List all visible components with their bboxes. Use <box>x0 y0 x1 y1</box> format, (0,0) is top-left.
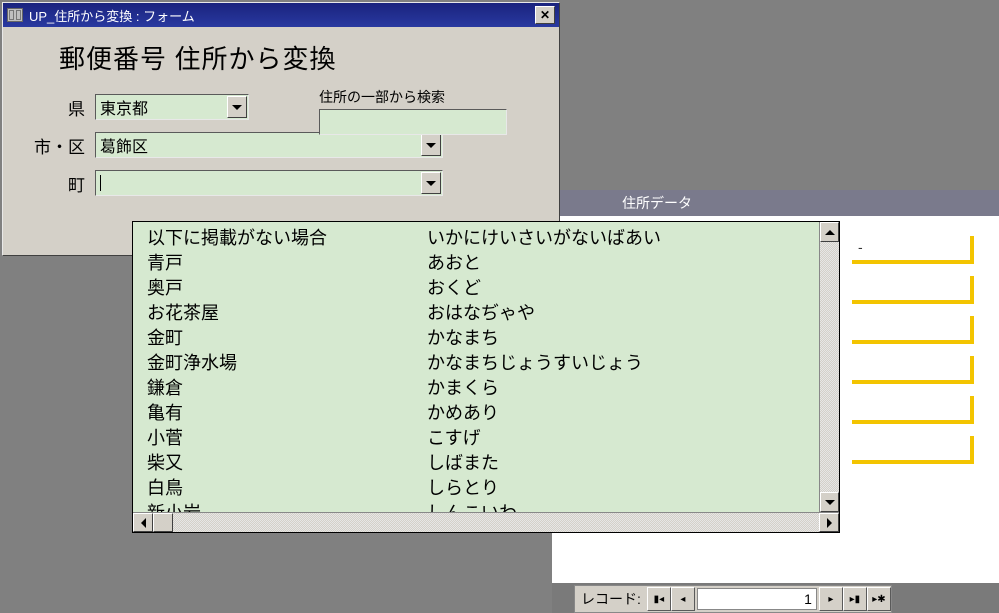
dropdown-item-kana[interactable]: かめあり <box>427 401 819 426</box>
data-field-1[interactable] <box>852 276 974 304</box>
city-value: 葛飾区 <box>100 133 148 157</box>
dropdown-item[interactable]: 奥戸 <box>147 276 413 301</box>
city-dropdown-button[interactable] <box>421 134 441 156</box>
dropdown-item[interactable]: 柴又 <box>147 451 413 476</box>
search-input[interactable] <box>319 109 507 135</box>
dropdown-item[interactable]: お花茶屋 <box>147 301 413 326</box>
dropdown-item-kana[interactable]: あおと <box>427 251 819 276</box>
dropdown-item-kana[interactable]: こすげ <box>427 426 819 451</box>
dropdown-item-kana[interactable]: かなまちじょうすいじょう <box>427 351 819 376</box>
town-combo[interactable] <box>95 170 443 196</box>
zip-field[interactable]: - <box>852 236 974 264</box>
dropdown-item-kana[interactable]: しらとり <box>427 476 819 501</box>
dropdown-item-kana[interactable]: かまくら <box>427 376 819 401</box>
scroll-left-button[interactable] <box>133 513 153 532</box>
horizontal-scrollbar[interactable] <box>133 512 839 532</box>
record-navigator: レコード: ▮◂ ◂ ▸ ▸▮ ▸✱ <box>574 585 892 613</box>
dropdown-item[interactable]: 以下に掲載がない場合 <box>147 226 413 251</box>
dropdown-item[interactable]: 小菅 <box>147 426 413 451</box>
dropdown-item[interactable]: 金町 <box>147 326 413 351</box>
dropdown-col-kanji[interactable]: 以下に掲載がない場合青戸奥戸お花茶屋金町金町浄水場鎌倉亀有小菅柴又白鳥新小岩 <box>133 222 413 512</box>
search-label: 住所の一部から検索 <box>319 87 507 107</box>
town-label: 町 <box>23 171 95 196</box>
nav-prev-button[interactable]: ◂ <box>671 587 695 611</box>
nav-last-button[interactable]: ▸▮ <box>843 587 867 611</box>
bg-window-title: 住所データ <box>622 193 692 213</box>
dropdown-item[interactable]: 金町浄水場 <box>147 351 413 376</box>
pref-dropdown-button[interactable] <box>227 96 247 118</box>
bg-titlebar: 住所データ <box>552 190 999 216</box>
text-caret <box>100 175 101 191</box>
titlebar[interactable]: UP_住所から変換 : フォーム ✕ <box>3 3 559 27</box>
dropdown-col-kana[interactable]: いかにけいさいがないばあいあおとおくどおはなぢゃやかなまちかなまちじょうすいじょ… <box>413 222 819 512</box>
town-dropdown-button[interactable] <box>421 172 441 194</box>
data-field-3[interactable] <box>852 356 974 384</box>
dropdown-item-kana[interactable]: いかにけいさいがないばあい <box>427 226 819 251</box>
window-title: UP_住所から変換 : フォーム <box>29 6 195 25</box>
nav-current-field[interactable] <box>697 588 817 610</box>
nav-first-button[interactable]: ▮◂ <box>647 587 671 611</box>
scroll-down-button[interactable] <box>820 492 839 512</box>
scroll-track-v[interactable] <box>820 242 839 492</box>
city-combo[interactable]: 葛飾区 <box>95 132 443 158</box>
town-dropdown-list[interactable]: 以下に掲載がない場合青戸奥戸お花茶屋金町金町浄水場鎌倉亀有小菅柴又白鳥新小岩 い… <box>132 221 840 533</box>
dropdown-item-kana[interactable]: かなまち <box>427 326 819 351</box>
dropdown-item[interactable]: 新小岩 <box>147 501 413 512</box>
pref-label: 県 <box>23 95 95 120</box>
search-group: 住所の一部から検索 <box>319 87 507 135</box>
dropdown-item[interactable]: 鎌倉 <box>147 376 413 401</box>
scroll-right-button[interactable] <box>819 513 839 532</box>
dropdown-item[interactable]: 青戸 <box>147 251 413 276</box>
convert-window: UP_住所から変換 : フォーム ✕ 郵便番号 住所から変換 県 東京都 市・区… <box>2 2 560 256</box>
scroll-track-h[interactable] <box>173 513 819 532</box>
data-field-4[interactable] <box>852 396 974 424</box>
dropdown-item-kana[interactable]: しばまた <box>427 451 819 476</box>
form-heading: 郵便番号 住所から変換 <box>59 39 539 76</box>
nav-next-button[interactable]: ▸ <box>819 587 843 611</box>
dropdown-item[interactable]: 亀有 <box>147 401 413 426</box>
data-field-2[interactable] <box>852 316 974 344</box>
vertical-scrollbar[interactable] <box>819 222 839 512</box>
dropdown-item[interactable]: 白鳥 <box>147 476 413 501</box>
pref-combo[interactable]: 東京都 <box>95 94 249 120</box>
scroll-up-button[interactable] <box>820 222 839 242</box>
pref-value: 東京都 <box>100 95 148 119</box>
nav-new-button[interactable]: ▸✱ <box>867 587 891 611</box>
nav-label: レコード: <box>575 589 647 609</box>
dropdown-item-kana[interactable]: おくど <box>427 276 819 301</box>
data-field-5[interactable] <box>852 436 974 464</box>
close-button[interactable]: ✕ <box>535 6 555 24</box>
scroll-thumb-h[interactable] <box>153 513 173 532</box>
dropdown-item-kana[interactable]: おはなぢゃや <box>427 301 819 326</box>
city-label: 市・区 <box>23 133 95 158</box>
form-icon <box>7 8 23 22</box>
dropdown-item-kana[interactable]: しんこいわ <box>427 501 819 512</box>
